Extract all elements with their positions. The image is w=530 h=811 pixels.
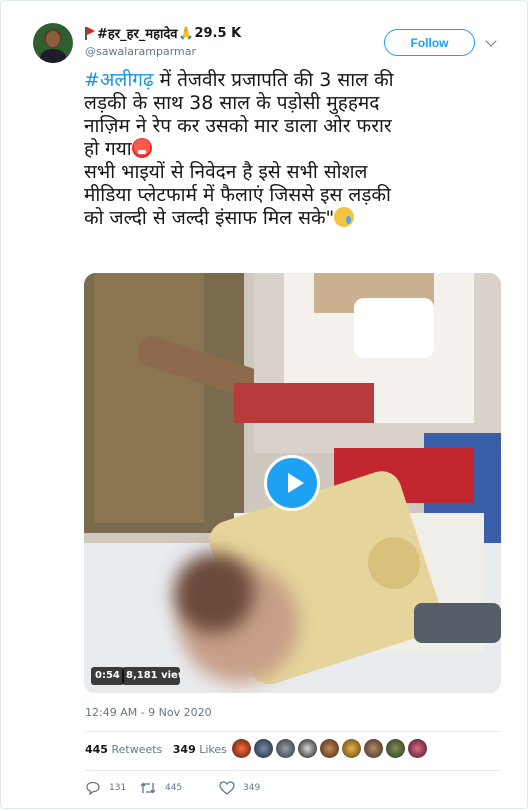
tweet-text: #अलीगढ़ में तेजवीर प्रजापति की 3 साल की … [84, 69, 504, 230]
heart-icon [219, 781, 235, 795]
tweet-line: में तेजवीर प्रजापति की 3 साल की [153, 69, 394, 91]
tweet-line: हो गया [84, 138, 132, 160]
retweet-count[interactable]: 445 [85, 743, 108, 756]
tweet-line: नाज़िम ने रेप कर उसको मार डाला ओर फरार [84, 115, 392, 137]
avatar-face [46, 31, 60, 47]
folded-hands-icon: 🙏 [178, 26, 194, 40]
likers-avatars [232, 739, 427, 758]
tweet-line: सभी भाइयों से निवेदन है इसे सभी सोशल [84, 161, 368, 183]
flag-icon [85, 26, 95, 40]
divider [84, 770, 501, 771]
liker-avatar-icon[interactable] [298, 739, 317, 758]
action-bar: 131 445 349 [85, 781, 260, 795]
liker-avatar-icon[interactable] [254, 739, 273, 758]
video-player[interactable]: 0:54 8,181 views [84, 273, 501, 693]
video-views: 8,181 views [122, 667, 180, 685]
divider [84, 731, 501, 732]
author-handle[interactable]: @sawalaramparmar [85, 45, 196, 58]
video-duration: 0:54 [91, 667, 124, 685]
engagement-counts: 445 Retweets 349 Likes [85, 743, 227, 756]
tweet-card: #हर_हर_महादेव 🙏 29.5 K @sawalaramparmar … [0, 0, 528, 809]
hot-face-emoji-icon [131, 138, 152, 158]
liker-avatar-icon[interactable] [342, 739, 361, 758]
like-count[interactable]: 349 [173, 743, 196, 756]
retweet-count-label[interactable]: Retweets [111, 743, 162, 756]
tweet-line: लड़की के साथ 38 साल के पड़ोसी मुहहमद [84, 92, 380, 114]
tweet-timestamp[interactable]: 12:49 AM - 9 Nov 2020 [85, 706, 212, 719]
retweet-action-count: 445 [165, 783, 183, 793]
avatar-shirt [40, 49, 66, 63]
avatar[interactable] [33, 23, 73, 63]
reply-action[interactable]: 131 [85, 781, 139, 795]
chevron-down-icon[interactable] [485, 35, 497, 47]
hashtag-link[interactable]: #अलीगढ़ [84, 69, 154, 91]
play-button[interactable] [264, 455, 320, 511]
like-action[interactable]: 349 [219, 781, 260, 795]
reply-count: 131 [109, 783, 127, 793]
follow-button[interactable]: Follow [384, 29, 475, 56]
tweet-line: को जल्दी से जल्दी इंसाफ मिल सके" [84, 207, 335, 229]
crying-face-emoji-icon [334, 207, 355, 227]
liker-avatar-icon[interactable] [276, 739, 295, 758]
retweet-action[interactable]: 445 [139, 781, 219, 795]
tweet-line: मीडिया प्लेटफार्म में फैलाएं जिससे इस लड… [84, 184, 391, 206]
reply-icon [86, 781, 100, 795]
liker-avatar-icon[interactable] [386, 739, 405, 758]
liker-avatar-icon[interactable] [320, 739, 339, 758]
author-display-name[interactable]: #हर_हर_महादेव [97, 24, 178, 42]
liker-avatar-icon[interactable] [364, 739, 383, 758]
retweet-icon [140, 782, 156, 794]
followers-badge: 29.5 K [194, 25, 242, 41]
liker-avatar-icon[interactable] [232, 739, 251, 758]
like-count-label[interactable]: Likes [199, 743, 227, 756]
liker-avatar-icon[interactable] [408, 739, 427, 758]
author-name-row[interactable]: #हर_हर_महादेव 🙏 29.5 K [85, 24, 241, 42]
like-action-count: 349 [243, 783, 261, 793]
